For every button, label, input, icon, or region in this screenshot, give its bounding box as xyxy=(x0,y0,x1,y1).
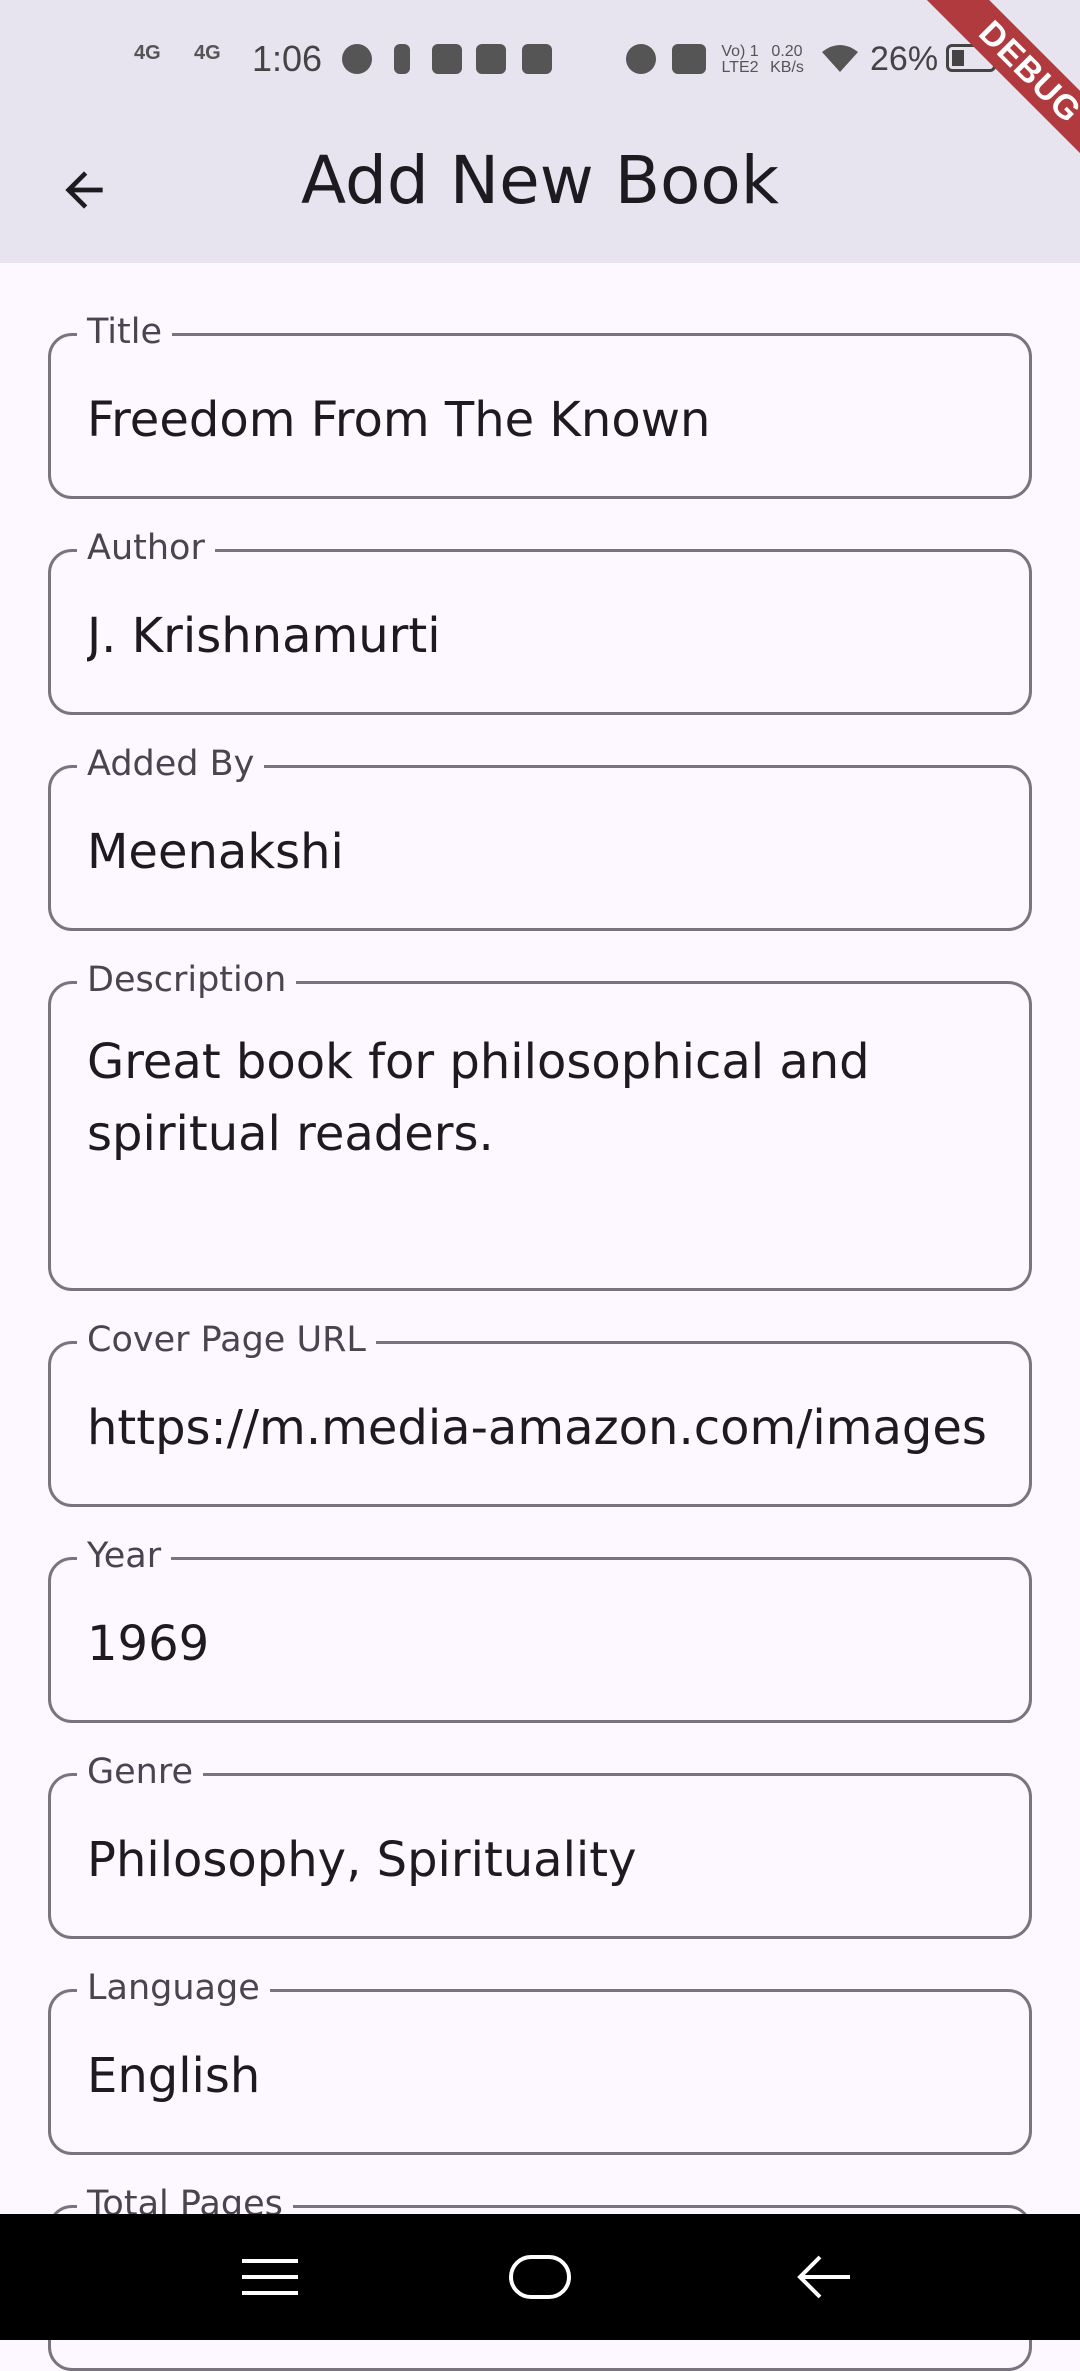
added-by-input[interactable]: Meenakshi xyxy=(87,816,999,888)
page-title: Add New Book xyxy=(301,142,779,219)
vibrate-icon xyxy=(672,44,706,74)
author-label: Author xyxy=(77,528,215,568)
year-input[interactable]: 1969 xyxy=(87,1608,999,1680)
genre-input[interactable]: Philosophy, Spirituality xyxy=(87,1824,999,1896)
language-field[interactable]: Language English xyxy=(48,1968,1032,2155)
wifi-icon xyxy=(820,44,860,79)
volte-indicator: Vo) 1 LTE2 xyxy=(721,43,759,76)
cover-url-input[interactable]: https://m.media-amazon.com/images xyxy=(87,1392,999,1464)
year-label: Year xyxy=(77,1536,172,1576)
recents-button[interactable] xyxy=(210,2242,330,2312)
system-nav-bar xyxy=(0,2214,1080,2340)
alarm-icon xyxy=(626,44,656,74)
description-field[interactable]: Description Great book for philosophical… xyxy=(48,960,1032,1291)
status-time: 1:06 xyxy=(252,38,323,79)
network-speed: 0.20 KB/s xyxy=(770,43,804,76)
status-bar: 4G 4G 1:06 Vo) 1 LTE2 0.20 KB/s 26% xyxy=(0,0,1080,120)
youtube-icon xyxy=(432,44,462,74)
genre-label: Genre xyxy=(77,1752,203,1792)
language-input[interactable]: English xyxy=(87,2040,999,2112)
cover-url-label: Cover Page URL xyxy=(77,1320,376,1360)
title-field[interactable]: Title Freedom From The Known xyxy=(48,312,1032,499)
twitter-icon xyxy=(476,44,506,74)
author-field[interactable]: Author J. Krishnamurti xyxy=(48,528,1032,715)
title-label: Title xyxy=(77,312,173,352)
language-label: Language xyxy=(77,1968,270,2008)
added-by-field[interactable]: Added By Meenakshi xyxy=(48,744,1032,931)
added-by-label: Added By xyxy=(77,744,265,784)
menu-icon xyxy=(242,2259,298,2295)
home-icon xyxy=(509,2255,571,2299)
app-bar: Add New Book xyxy=(0,120,1080,263)
author-input[interactable]: J. Krishnamurti xyxy=(87,600,999,672)
description-input[interactable]: Great book for philosophical and spiritu… xyxy=(87,1026,999,1170)
year-field[interactable]: Year 1969 xyxy=(48,1536,1032,1723)
home-button[interactable] xyxy=(480,2242,600,2312)
whatsapp-icon xyxy=(342,44,372,74)
network-indicator-1: 4G xyxy=(134,42,161,64)
description-label: Description xyxy=(77,960,297,1000)
back-icon xyxy=(797,2255,850,2299)
nav-back-button[interactable] xyxy=(764,2242,884,2312)
arrow-back-icon xyxy=(65,171,103,209)
title-input[interactable]: Freedom From The Known xyxy=(87,384,999,456)
back-button[interactable] xyxy=(44,150,124,230)
cover-url-field[interactable]: Cover Page URL https://m.media-amazon.co… xyxy=(48,1320,1032,1507)
usb-icon xyxy=(394,44,410,74)
mail-icon xyxy=(522,44,552,74)
genre-field[interactable]: Genre Philosophy, Spirituality xyxy=(48,1752,1032,1939)
network-indicator-2: 4G xyxy=(194,42,221,64)
battery-percent: 26% xyxy=(870,40,939,78)
